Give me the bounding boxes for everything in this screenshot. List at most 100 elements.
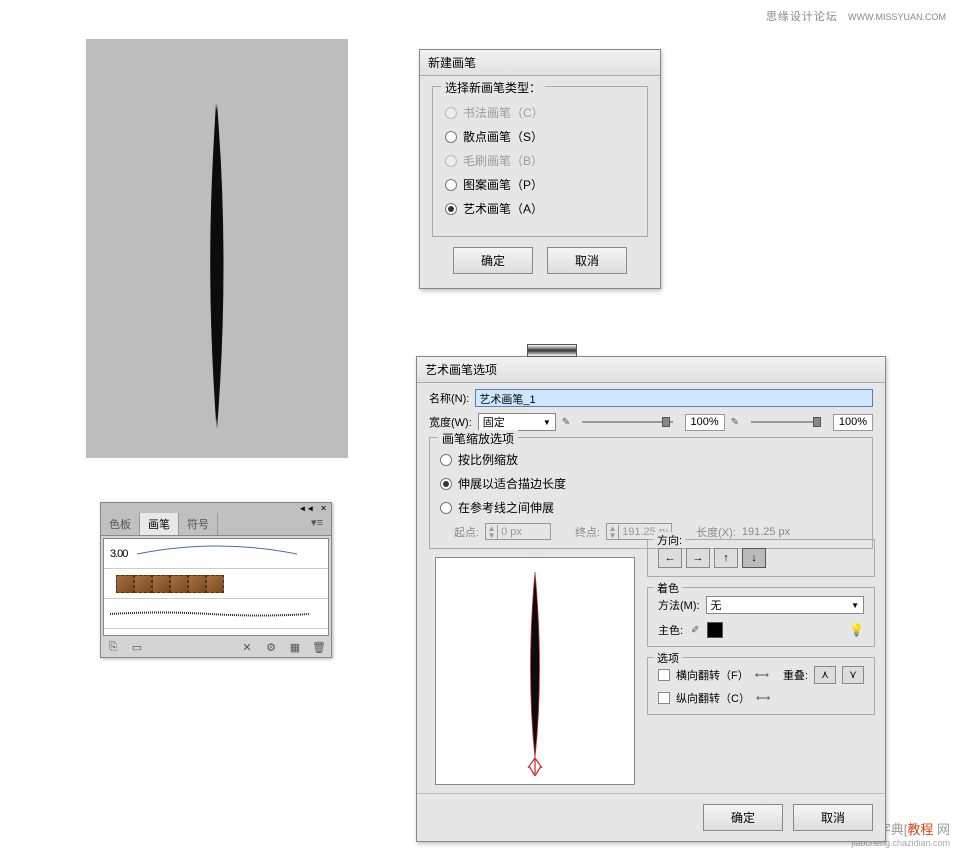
panel-collapse-icon[interactable]: ◄◄	[298, 504, 314, 513]
length-label: 长度(X):	[696, 524, 736, 540]
combo-value: 固定	[483, 414, 505, 430]
tip-icon[interactable]: 💡	[849, 623, 864, 637]
remove-stroke-icon[interactable]: ✕	[239, 641, 255, 654]
radio-icon	[445, 203, 457, 215]
brush-name-input[interactable]: 艺术画笔_1	[475, 389, 873, 407]
new-brush-icon[interactable]: ▦	[287, 641, 303, 654]
keycolor-swatch[interactable]	[707, 622, 723, 638]
scale-legend: 画笔缩放选项	[438, 430, 518, 447]
brush-list[interactable]: 3.00	[103, 538, 329, 636]
width-mode-combo[interactable]: 固定 ▼	[478, 413, 556, 431]
overlap-mode-b-button[interactable]: ⋎	[842, 666, 864, 684]
dialog-tab-handle[interactable]	[527, 344, 577, 357]
combo-value: 无	[711, 597, 722, 613]
radio-icon	[445, 179, 457, 191]
end-label: 终点:	[575, 524, 600, 540]
method-label: 方法(M):	[658, 597, 700, 613]
overlap-mode-a-button[interactable]: ⋏	[814, 666, 836, 684]
width-slider-left[interactable]	[582, 421, 672, 423]
flip-h-icon: ⟷	[755, 670, 769, 681]
radio-label: 书法画笔（C）	[463, 104, 544, 121]
flip-h-label: 横向翻转（F）	[676, 667, 749, 683]
width-right-value[interactable]: 100%	[833, 414, 873, 431]
ok-button[interactable]: 确定	[453, 247, 533, 274]
overlap-label: 重叠:	[783, 667, 808, 683]
flip-v-label: 纵向翻转（C）	[676, 690, 750, 706]
brush-list-item[interactable]	[104, 599, 328, 629]
chevron-down-icon: ▼	[851, 601, 859, 610]
start-value-input: ▲▼	[485, 523, 551, 540]
eyedropper-icon[interactable]: ✐	[691, 625, 699, 636]
radio-icon	[445, 131, 457, 143]
tint-method-combo[interactable]: 无 ▼	[706, 596, 864, 614]
radio-label: 按比例缩放	[458, 451, 518, 468]
watermark-site-url: WWW.MISSYUAN.COM	[848, 12, 946, 22]
panel-close-icon[interactable]: ✕	[320, 504, 327, 513]
art-brush-title: 艺术画笔选项	[417, 357, 885, 383]
radio-label: 图案画笔（P）	[463, 176, 543, 193]
direction-fieldset: 方向: ← → ↑ ↓	[647, 539, 875, 577]
brush-preview	[435, 557, 635, 785]
direction-right-button[interactable]: →	[686, 548, 710, 568]
direction-legend: 方向:	[654, 532, 685, 548]
canvas-artboard[interactable]	[86, 39, 348, 458]
pen-pressure-icon: ✎	[562, 417, 570, 428]
chevron-down-icon: ▼	[543, 418, 551, 427]
length-value: 191.25 px	[742, 526, 790, 538]
width-label: 宽度(W):	[429, 414, 472, 430]
brush-type-fieldset: 选择新画笔类型： 书法画笔（C） 散点画笔（S） 毛刷画笔（B） 图案画笔（P）…	[432, 86, 648, 237]
radio-icon	[440, 478, 452, 490]
cancel-button[interactable]: 取消	[793, 804, 873, 831]
width-left-value[interactable]: 100%	[685, 414, 725, 431]
radio-icon	[445, 107, 457, 119]
panel-topbar: ◄◄ ✕	[101, 503, 331, 513]
radio-icon	[440, 502, 452, 514]
tint-fieldset: 着色 方法(M): 无 ▼ 主色: ✐ 💡	[647, 587, 875, 647]
direction-down-button[interactable]: ↓	[742, 548, 766, 568]
radio-scatter[interactable]: 散点画笔（S）	[445, 128, 635, 145]
start-label: 起点:	[454, 524, 479, 540]
radio-scale-stretch[interactable]: 伸展以适合描边长度	[440, 475, 862, 492]
radio-label: 散点画笔（S）	[463, 128, 543, 145]
options-legend: 选项	[654, 650, 682, 666]
libraries-menu-icon[interactable]: ▭	[129, 641, 145, 654]
tab-brushes[interactable]: 画笔	[140, 513, 179, 535]
panel-menu-icon[interactable]: ▾≡	[303, 513, 331, 535]
radio-label: 在参考线之间伸展	[458, 499, 554, 516]
art-brush-options-dialog: 艺术画笔选项 名称(N): 艺术画笔_1 宽度(W): 固定 ▼ ✎ 100% …	[416, 356, 886, 842]
new-brush-dialog: 新建画笔 选择新画笔类型： 书法画笔（C） 散点画笔（S） 毛刷画笔（B） 图案…	[419, 49, 661, 289]
radio-icon	[440, 454, 452, 466]
brush-list-item[interactable]	[104, 569, 328, 599]
direction-left-button[interactable]: ←	[658, 548, 682, 568]
tab-symbols[interactable]: 符号	[179, 513, 218, 535]
brush-type-legend: 选择新画笔类型：	[441, 79, 545, 96]
radio-pattern[interactable]: 图案画笔（P）	[445, 176, 635, 193]
radio-art[interactable]: 艺术画笔（A）	[445, 200, 635, 217]
width-slider-right[interactable]	[751, 421, 821, 423]
options-fieldset: 选项 横向翻转（F） ⟷ 重叠: ⋏ ⋎ 纵向翻转（C） ⟷	[647, 657, 875, 715]
brush-list-item[interactable]: 3.00	[104, 539, 328, 569]
watermark-top: 思缘设计论坛 WWW.MISSYUAN.COM	[766, 8, 946, 24]
keycolor-label: 主色:	[658, 622, 683, 638]
radio-scale-proportional[interactable]: 按比例缩放	[440, 451, 862, 468]
scale-options-fieldset: 画笔缩放选项 按比例缩放 伸展以适合描边长度 在参考线之间伸展 起点: ▲▼ 终…	[429, 437, 873, 549]
radio-label: 伸展以适合描边长度	[458, 475, 566, 492]
new-brush-title: 新建画笔	[420, 50, 660, 76]
pen-pressure-icon: ✎	[731, 417, 739, 428]
radio-label: 毛刷画笔（B）	[463, 152, 543, 169]
cancel-button[interactable]: 取消	[547, 247, 627, 274]
panel-footer: ⎘ ▭ ✕ ⚙ ▦ 🗑	[101, 638, 331, 657]
brush-libraries-icon[interactable]: ⎘	[105, 641, 121, 654]
flip-h-checkbox[interactable]	[658, 669, 670, 681]
direction-up-button[interactable]: ↑	[714, 548, 738, 568]
tint-legend: 着色	[654, 580, 682, 596]
brush-options-icon[interactable]: ⚙	[263, 641, 279, 654]
flip-v-icon: ⟷	[756, 693, 770, 704]
flip-v-checkbox[interactable]	[658, 692, 670, 704]
delete-brush-icon[interactable]: 🗑	[311, 641, 327, 654]
tab-swatches[interactable]: 色板	[101, 513, 140, 535]
ok-button[interactable]: 确定	[703, 804, 783, 831]
radio-scale-between-guides[interactable]: 在参考线之间伸展	[440, 499, 862, 516]
brushes-panel: ◄◄ ✕ 色板 画笔 符号 ▾≡ 3.00 ⎘ ▭ ✕ ⚙ ▦ 🗑	[100, 502, 332, 658]
radio-calligraphic: 书法画笔（C）	[445, 104, 635, 121]
